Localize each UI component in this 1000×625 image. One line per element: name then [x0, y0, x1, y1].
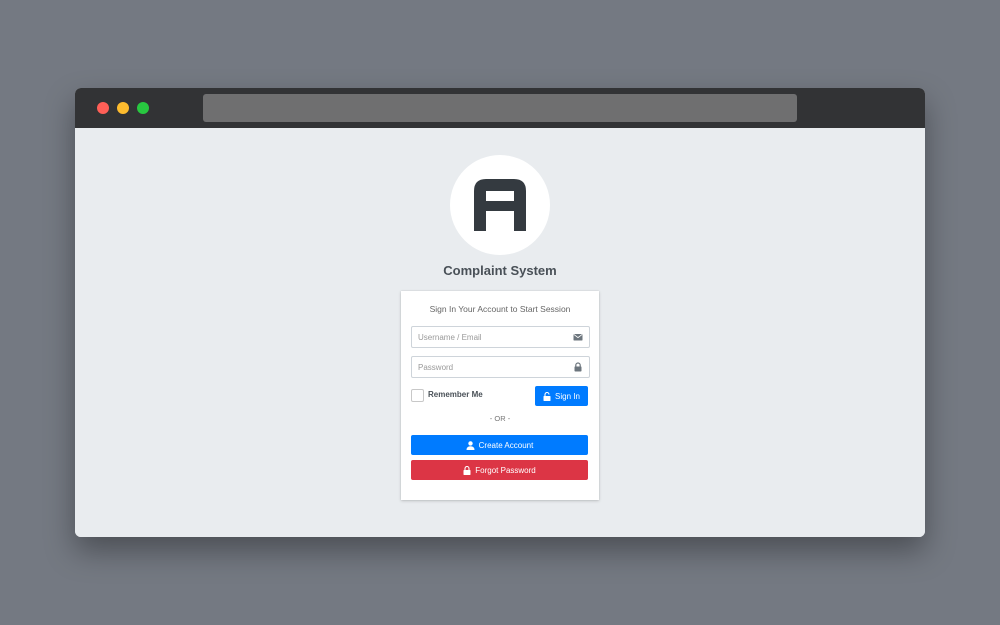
forgot-password-label: Forgot Password	[475, 465, 536, 475]
sign-in-button[interactable]: Sign In	[535, 386, 588, 406]
lock-icon	[574, 362, 582, 372]
page-content: Complaint System Sign In Your Account to…	[75, 128, 925, 537]
remember-me-checkbox[interactable]	[411, 389, 424, 402]
unlock-icon	[543, 391, 551, 401]
or-divider: - OR -	[489, 414, 511, 423]
create-account-button[interactable]: Create Account	[411, 435, 588, 455]
sign-in-label: Sign In	[555, 391, 580, 401]
envelope-icon	[573, 334, 583, 341]
address-bar[interactable]	[203, 94, 797, 122]
letter-a-logo-icon	[474, 179, 526, 231]
password-field-group	[411, 356, 590, 378]
browser-window: Complaint System Sign In Your Account to…	[75, 88, 925, 537]
login-box-message: Sign In Your Account to Start Session	[429, 304, 571, 314]
app-title: Complaint System	[443, 263, 557, 278]
app-logo	[450, 155, 550, 255]
user-icon	[466, 440, 475, 450]
browser-titlebar	[75, 88, 925, 128]
close-window-button[interactable]	[97, 102, 109, 114]
username-input[interactable]	[412, 327, 568, 347]
minimize-window-button[interactable]	[117, 102, 129, 114]
create-account-label: Create Account	[478, 440, 534, 450]
maximize-window-button[interactable]	[137, 102, 149, 114]
remember-me-label[interactable]: Remember Me	[428, 390, 483, 399]
lock-icon	[463, 465, 471, 475]
username-field-group	[411, 326, 590, 348]
login-card: Sign In Your Account to Start Session Re…	[401, 291, 599, 500]
forgot-password-button[interactable]: Forgot Password	[411, 460, 588, 480]
password-input[interactable]	[412, 357, 568, 377]
